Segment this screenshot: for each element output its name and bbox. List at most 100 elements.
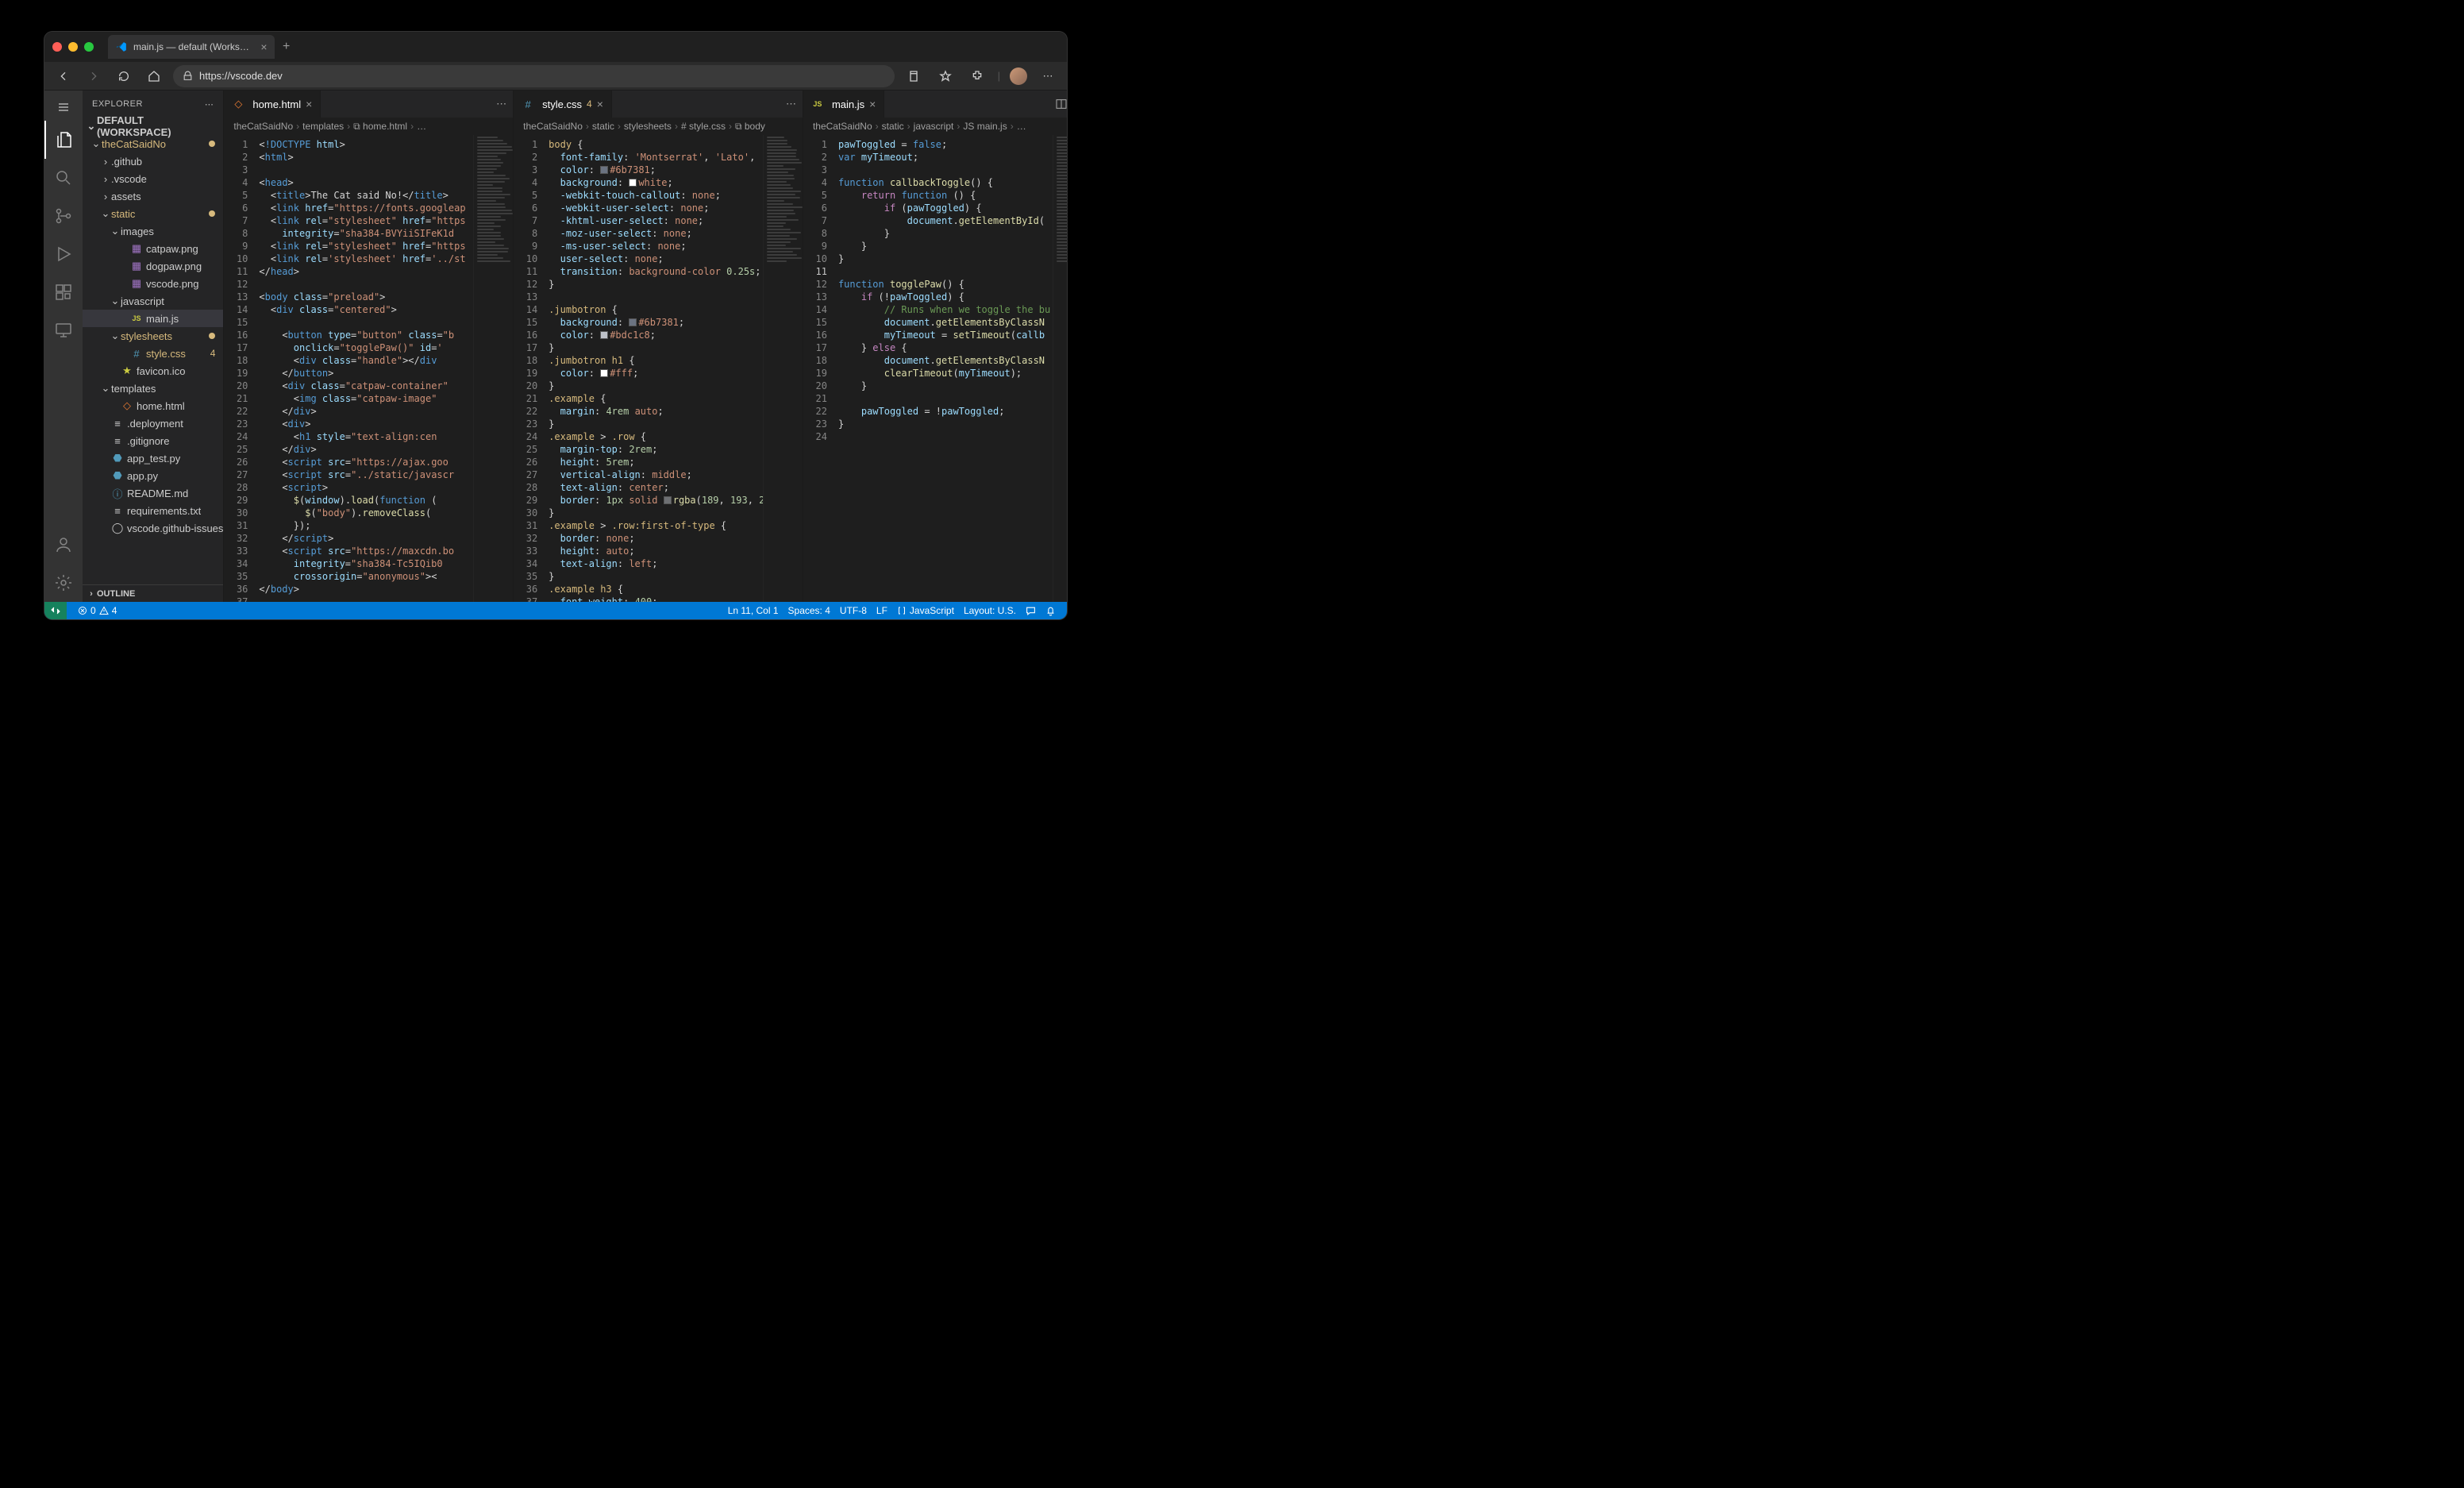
code-content[interactable]: body { font-family: 'Montserrat', 'Lato'… [545, 135, 763, 602]
close-tab-icon[interactable]: × [597, 98, 603, 110]
file-tree-item[interactable]: JSmain.js [83, 310, 223, 327]
file-tree: ⌄theCatSaidNo›.github›.vscode›assets⌄sta… [83, 135, 223, 537]
warning-count: 4 [112, 605, 117, 616]
line-gutter: 1234567891011121314151617181920212223242… [514, 135, 545, 602]
file-tree-item[interactable]: ⌄images [83, 222, 223, 240]
tab-actions: ⋯ [490, 91, 513, 118]
file-tree-item[interactable]: ›.github [83, 152, 223, 170]
tab-bar: JSmain.js× ⋯ [803, 91, 1067, 118]
breadcrumb[interactable]: theCatSaidNo›static›javascript›JS main.j… [803, 118, 1067, 135]
settings-gear-icon[interactable] [44, 564, 83, 602]
remote-indicator[interactable] [44, 602, 67, 619]
code-content[interactable]: <!DOCTYPE html><html> <head> <title>The … [256, 135, 473, 602]
chevron-right-icon[interactable]: › [86, 589, 97, 599]
app-menu-icon[interactable] [44, 94, 83, 121]
editor-pane: ◇home.html× ⋯ theCatSaidNo›templates›⧉ hom… [224, 91, 514, 602]
maximize-window-button[interactable] [84, 42, 94, 52]
split-editor-icon[interactable] [1055, 98, 1067, 110]
close-tab-icon[interactable]: × [306, 98, 312, 110]
code-editor[interactable]: 1234567891011121314151617181920212223242… [514, 135, 803, 602]
file-tree-item[interactable]: ⬣app_test.py [83, 449, 223, 467]
explorer-icon[interactable] [44, 121, 83, 159]
problems-indicator[interactable]: 0 4 [73, 605, 121, 616]
file-tree-item[interactable]: ⓘREADME.md [83, 484, 223, 502]
minimap[interactable] [763, 135, 803, 602]
file-tree-item[interactable]: ›assets [83, 187, 223, 205]
code-content[interactable]: pawToggled = false;var myTimeout; functi… [835, 135, 1053, 602]
breadcrumb[interactable]: theCatSaidNo›templates›⧉ home.html›… [224, 118, 513, 135]
editor-tab[interactable]: JSmain.js× [803, 91, 884, 118]
editor-pane: JSmain.js× ⋯theCatSaidNo›static›javascrip… [803, 91, 1067, 602]
outline-title: OUTLINE [97, 589, 135, 599]
file-tree-item[interactable]: ◯vscode.github-issues [83, 519, 223, 537]
account-icon[interactable] [44, 526, 83, 564]
reload-button[interactable] [113, 65, 135, 87]
file-tree-item[interactable]: ⌄static [83, 205, 223, 222]
close-window-button[interactable] [52, 42, 62, 52]
cursor-position[interactable]: Ln 11, Col 1 [723, 605, 783, 616]
indentation[interactable]: Spaces: 4 [783, 605, 835, 616]
editor-more-icon[interactable]: ⋯ [786, 98, 796, 110]
file-tree-item[interactable]: ⌄theCatSaidNo [83, 135, 223, 152]
file-tree-item[interactable]: ›.vscode [83, 170, 223, 187]
file-tree-item[interactable]: ≡.gitignore [83, 432, 223, 449]
browser-tab[interactable]: main.js — default (Workspace) × [108, 35, 275, 59]
file-tree-item[interactable]: ⌄stylesheets [83, 327, 223, 345]
remote-explorer-icon[interactable] [44, 311, 83, 349]
close-tab-icon[interactable]: × [260, 40, 267, 53]
explorer-sidebar: EXPLORER ⋯ ⌄ DEFAULT (WORKSPACE) ⌄theCat… [83, 91, 224, 602]
tab-actions: ⋯ [1049, 91, 1067, 118]
tab-bar: ◇home.html× ⋯ [224, 91, 513, 118]
favorite-icon[interactable] [934, 65, 957, 87]
home-button[interactable] [143, 65, 165, 87]
extensions-icon[interactable] [44, 273, 83, 311]
keyboard-layout[interactable]: Layout: U.S. [959, 605, 1021, 616]
search-icon[interactable] [44, 159, 83, 197]
encoding[interactable]: UTF-8 [835, 605, 872, 616]
browser-tab-title: main.js — default (Workspace) [133, 41, 254, 52]
url-bar[interactable]: https://vscode.dev [173, 65, 895, 87]
close-tab-icon[interactable]: × [869, 98, 876, 110]
file-tree-item[interactable]: ⬣app.py [83, 467, 223, 484]
minimap[interactable] [1053, 135, 1067, 602]
breadcrumb[interactable]: theCatSaidNo›static›stylesheets›# style.… [514, 118, 803, 135]
profile-avatar[interactable] [1010, 67, 1027, 85]
reading-list-icon[interactable] [903, 65, 925, 87]
file-tree-item[interactable]: #style.css4 [83, 345, 223, 362]
bell-icon[interactable] [1041, 606, 1061, 616]
editor-pane: #style.css4× ⋯ theCatSaidNo›static›stylesh… [514, 91, 803, 602]
minimap[interactable] [473, 135, 513, 602]
new-tab-button[interactable]: + [283, 40, 290, 54]
file-tree-item[interactable]: ▦dogpaw.png [83, 257, 223, 275]
file-tree-item[interactable]: ≡.deployment [83, 414, 223, 432]
file-tree-item[interactable]: ★favicon.ico [83, 362, 223, 380]
chevron-down-icon[interactable]: ⌄ [86, 120, 97, 133]
feedback-icon[interactable] [1021, 606, 1041, 616]
vscode-icon [116, 41, 127, 52]
file-tree-item[interactable]: ⌄templates [83, 380, 223, 397]
file-tree-item[interactable]: ▦vscode.png [83, 275, 223, 292]
file-tree-item[interactable]: ◇home.html [83, 397, 223, 414]
minimize-window-button[interactable] [68, 42, 78, 52]
run-debug-icon[interactable] [44, 235, 83, 273]
code-editor[interactable]: 123456789101112131415161718192021222324p… [803, 135, 1067, 602]
code-editor[interactable]: 1234567891011121314151617181920212223242… [224, 135, 513, 602]
tab-actions: ⋯ [780, 91, 803, 118]
file-tree-item[interactable]: ⌄javascript [83, 292, 223, 310]
file-tree-item[interactable]: ▦catpaw.png [83, 240, 223, 257]
editor-tab[interactable]: ◇home.html× [224, 91, 321, 118]
sidebar-more-icon[interactable]: ⋯ [205, 99, 214, 110]
status-bar: 0 4 Ln 11, Col 1 Spaces: 4 UTF-8 LF Java… [44, 602, 1067, 619]
back-button[interactable] [52, 65, 75, 87]
forward-button[interactable] [83, 65, 105, 87]
editor-tab[interactable]: #style.css4× [514, 91, 612, 118]
browser-menu-icon[interactable]: ⋯ [1037, 65, 1059, 87]
editor-area: ◇home.html× ⋯ theCatSaidNo›templates›⧉ hom… [224, 91, 1067, 602]
source-control-icon[interactable] [44, 197, 83, 235]
extensions-browser-icon[interactable] [966, 65, 988, 87]
line-gutter: 123456789101112131415161718192021222324 [803, 135, 835, 602]
editor-more-icon[interactable]: ⋯ [496, 98, 506, 110]
file-tree-item[interactable]: ≡requirements.txt [83, 502, 223, 519]
eol[interactable]: LF [872, 605, 892, 616]
language-mode[interactable]: JavaScript [892, 605, 959, 616]
